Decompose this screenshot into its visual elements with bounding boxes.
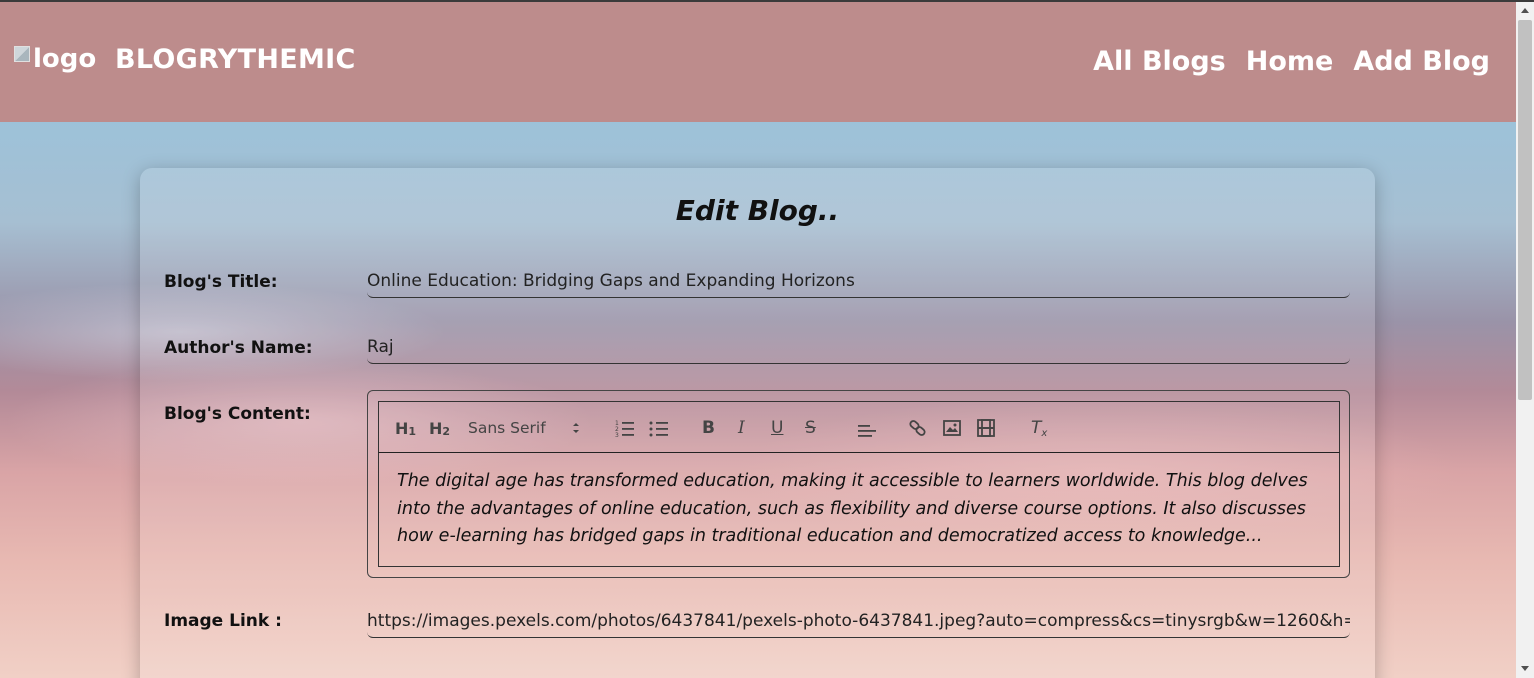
nav-link-add-blog[interactable]: Add Blog [1353, 46, 1490, 77]
font-select[interactable]: Sans Serif [468, 416, 546, 440]
title-input[interactable] [367, 264, 1350, 298]
edit-blog-card: Edit Blog.. Blog's Title: Author's Name:… [140, 168, 1375, 678]
editor-toolbar: H1 H2 Sans Serif 123 B I U S T x [378, 401, 1340, 453]
image-link-label: Image Link : [164, 611, 282, 631]
image-icon[interactable] [943, 416, 961, 440]
video-icon[interactable] [977, 416, 995, 440]
italic-icon[interactable]: I [738, 416, 745, 440]
clear-format-icon[interactable]: Tx [1031, 416, 1047, 440]
brand-name[interactable]: BLOGRYTHEMIC [115, 44, 356, 75]
ordered-list-icon[interactable]: 123 [615, 416, 635, 440]
heading-2-button[interactable]: H2 [429, 416, 450, 440]
image-link-input[interactable] [367, 604, 1350, 638]
author-input[interactable] [367, 330, 1350, 364]
font-select-value: Sans Serif [468, 419, 546, 437]
bold-icon[interactable]: B [702, 416, 715, 440]
font-select-chevron-icon[interactable] [571, 416, 581, 440]
content-line: into the advantages of online education,… [397, 498, 1306, 519]
broken-image-icon [14, 46, 30, 62]
navbar: logo BLOGRYTHEMIC All Blogs Home Add Blo… [0, 2, 1516, 122]
svg-text:3: 3 [615, 432, 619, 437]
underline-icon[interactable]: U [771, 416, 783, 440]
content-editor-wrapper: H1 H2 Sans Serif 123 B I U S T x The dig… [367, 390, 1350, 578]
nav-link-all-blogs[interactable]: All Blogs [1093, 46, 1226, 77]
logo-image[interactable]: logo [14, 44, 96, 74]
content-label: Blog's Content: [164, 404, 311, 424]
scroll-thumb[interactable] [1518, 20, 1532, 400]
nav-links: All Blogs Home Add Blog [1093, 46, 1490, 77]
logo-alt-text: logo [33, 44, 97, 74]
bullet-list-icon[interactable] [649, 416, 669, 440]
page-scrollbar[interactable] [1516, 2, 1534, 678]
scroll-down-arrow-icon[interactable] [1521, 666, 1529, 671]
align-icon[interactable] [857, 416, 877, 440]
title-label: Blog's Title: [164, 272, 278, 292]
heading-1-button[interactable]: H1 [395, 416, 416, 440]
scroll-up-arrow-icon[interactable] [1521, 8, 1529, 13]
page: logo BLOGRYTHEMIC All Blogs Home Add Blo… [0, 2, 1516, 678]
content-line: The digital age has transformed educatio… [397, 471, 1308, 491]
nav-link-home[interactable]: Home [1246, 46, 1334, 77]
content-editor[interactable]: The digital age has transformed educatio… [378, 453, 1340, 567]
link-icon[interactable] [908, 416, 928, 440]
strike-icon[interactable]: S [805, 416, 816, 440]
author-label: Author's Name: [164, 338, 313, 358]
form-heading: Edit Blog.. [675, 194, 840, 227]
content-line: how e-learning has bridged gaps in tradi… [397, 526, 1263, 546]
